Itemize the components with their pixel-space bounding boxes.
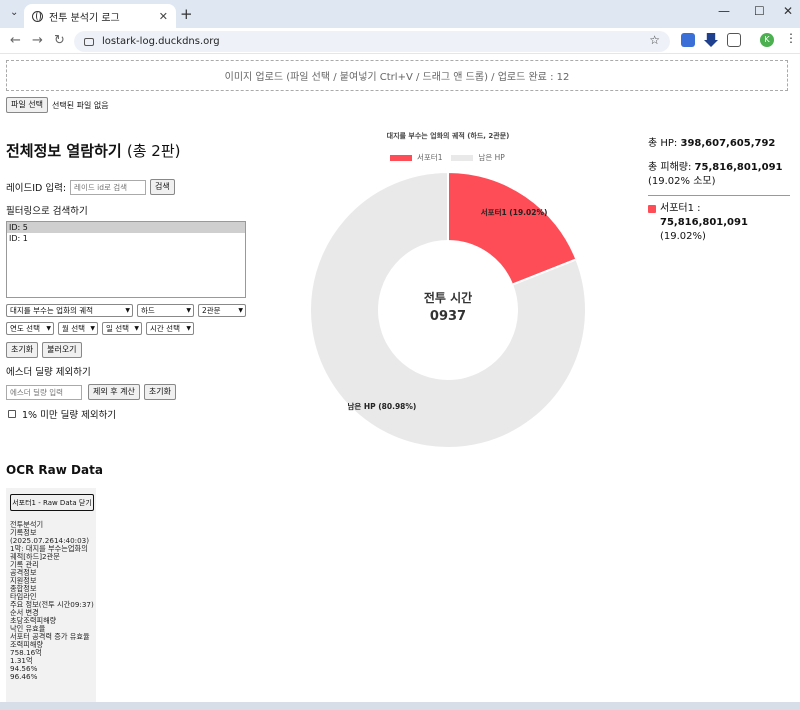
page-title-count: (총 2판) [126, 142, 181, 160]
center-value: 0937 [430, 309, 466, 324]
maximize-icon[interactable]: ☐ [754, 4, 765, 18]
url-text: lostark-log.duckdns.org [102, 36, 220, 47]
time-select[interactable]: 시간 선택 ▼ [146, 322, 194, 335]
esther-heading: 에스더 딜량 제외하기 [6, 367, 91, 378]
browser-tab[interactable]: 전투 분석기 로그 ✕ [24, 4, 176, 28]
legend-swatch [451, 154, 474, 161]
total-hp-line: 총 HP: 398,607,605,792 [648, 137, 790, 151]
esther-row: 제외 후 계산 초기화 [6, 384, 180, 400]
player-pct: (19.02%) [660, 231, 706, 242]
extensions-puzzle-icon[interactable] [727, 33, 741, 47]
total-damage-value: 75,816,801,091 [694, 162, 783, 173]
donut-chart: 서포터1 (19.02%) 남은 HP (80.98%) 전투 시간 0937 [309, 170, 587, 449]
window-close-icon[interactable]: ✕ [783, 4, 793, 18]
player-color-swatch [648, 205, 656, 213]
new-tab-button[interactable]: + [180, 5, 193, 23]
page-title: 전체정보 열람하기 (총 2판) [6, 140, 180, 161]
list-item[interactable]: ID: 5 [7, 222, 245, 233]
exclude-small-label: 1% 미만 딜량 제외하기 [22, 410, 117, 421]
ocr-raw-text: 전투분석기 기록정보 (2025.07.2614:40:03) 1막: 대지를 … [10, 520, 94, 681]
taskbar [0, 702, 800, 710]
chevron-down-icon: ▼ [134, 325, 139, 332]
total-hp-label: 총 HP: [648, 138, 678, 149]
slice-label-0: 서포터1 (19.02%) [481, 207, 548, 217]
player-name: 서포터1 : [660, 203, 701, 214]
ocr-toggle-button[interactable]: 서포터1 - Raw Data 닫기 [10, 494, 94, 511]
tab-title: 전투 분석기 로그 [49, 12, 120, 24]
raid-search-row: 레이드ID 입력: 검색 [6, 179, 175, 195]
close-tab-icon[interactable]: ✕ [159, 10, 168, 23]
time-select-value: 시간 선택 [150, 324, 180, 333]
file-picker: 파일 선택 선택된 파일 없음 [6, 97, 109, 113]
load-button[interactable]: 불러오기 [42, 342, 82, 358]
chart-title: 대지를 부수는 업화의 궤적 (하드, 2관문) [386, 132, 510, 140]
raid-select[interactable]: 대지를 부수는 업화의 궤적 ▼ [6, 304, 133, 317]
player-entry: 서포터1 : 75,816,801,091 (19.02%) [648, 202, 790, 244]
raid-id-listbox[interactable]: ID: 5 ID: 1 [6, 221, 246, 298]
chevron-down-icon: ▼ [186, 325, 191, 332]
month-select[interactable]: 월 선택 ▼ [58, 322, 98, 335]
chevron-down-icon: ▼ [46, 325, 51, 332]
address-bar[interactable]: lostark-log.duckdns.org ☆ [74, 31, 670, 52]
total-hp-value: 398,607,605,792 [680, 138, 776, 149]
chevron-down-icon: ▼ [90, 325, 95, 332]
browser-tab-bar: ⌄ 전투 분석기 로그 ✕ + — ☐ ✕ [0, 0, 800, 28]
browser-menu-icon[interactable]: ⋮ [785, 31, 797, 45]
chevron-down-icon: ▼ [238, 307, 243, 314]
difficulty-select-value: 하드 [141, 306, 155, 315]
back-arrow-icon[interactable]: ← [10, 33, 21, 48]
forward-arrow-icon[interactable]: → [32, 33, 43, 48]
minimize-icon[interactable]: — [718, 4, 730, 18]
choose-file-button[interactable]: 파일 선택 [6, 97, 48, 113]
globe-icon [32, 10, 43, 22]
center-label: 전투 시간 [424, 290, 472, 305]
exclude-small-checkbox-row[interactable]: 1% 미만 딜량 제외하기 [8, 407, 116, 421]
site-info-icon[interactable] [84, 37, 94, 46]
raid-id-input[interactable] [70, 179, 147, 195]
ocr-heading: OCR Raw Data [6, 463, 103, 477]
bookmark-star-icon[interactable]: ☆ [649, 33, 660, 47]
browser-toolbar: ← → ↻ lostark-log.duckdns.org ☆ [0, 28, 800, 54]
list-item[interactable]: ID: 1 [7, 233, 245, 244]
difficulty-select[interactable]: 하드 ▼ [137, 304, 194, 317]
raid-filter-row: 대지를 부수는 업화의 궤적 ▼ 하드 ▼ 2관문 ▼ [6, 304, 250, 317]
page-title-text: 전체정보 열람하기 [6, 142, 122, 160]
consumed-pct: (19.02% 소모) [648, 176, 716, 187]
stats-panel: 총 HP: 398,607,605,792 총 피해량: 75,816,801,… [648, 137, 790, 244]
gate-select-value: 2관문 [202, 306, 221, 315]
stats-divider [648, 195, 790, 196]
player-damage: 75,816,801,091 [660, 217, 748, 228]
esther-damage-input[interactable] [6, 384, 82, 400]
day-select[interactable]: 일 선택 ▼ [102, 322, 142, 335]
esther-reset-button[interactable]: 초기화 [143, 384, 176, 400]
exclude-small-checkbox[interactable] [8, 410, 16, 418]
tab-search-icon[interactable]: ⌄ [10, 7, 18, 18]
date-filter-row: 연도 선택 ▼ 월 선택 ▼ 일 선택 ▼ 시간 선택 ▼ [6, 322, 198, 335]
filter-heading: 필터링으로 검색하기 [6, 206, 88, 217]
reload-icon[interactable]: ↻ [54, 33, 65, 48]
raid-id-label: 레이드ID 입력: [6, 183, 67, 194]
year-select[interactable]: 연도 선택 ▼ [6, 322, 54, 335]
day-select-value: 일 선택 [106, 324, 130, 333]
ocr-panel: 서포터1 - Raw Data 닫기 전투분석기 기록정보 (2025.07.2… [6, 488, 96, 710]
raid-select-value: 대지를 부수는 업화의 궤적 [10, 306, 94, 315]
slice-label-1: 남은 HP (80.98%) [347, 401, 416, 411]
year-select-value: 연도 선택 [10, 324, 40, 333]
total-damage-line: 총 피해량: 75,816,801,091 (19.02% 소모) [648, 161, 790, 189]
file-status: 선택된 파일 없음 [51, 100, 109, 110]
exclude-calc-button[interactable]: 제외 후 계산 [88, 384, 140, 400]
legend-swatch [390, 154, 412, 161]
profile-avatar[interactable]: K [760, 33, 774, 47]
translate-extension-icon[interactable] [681, 33, 695, 47]
month-select-value: 월 선택 [62, 324, 86, 333]
total-damage-label: 총 피해량: [648, 162, 692, 173]
chevron-down-icon: ▼ [186, 307, 191, 314]
filter-reset-button[interactable]: 초기화 [6, 342, 39, 358]
upload-dropzone[interactable]: 이미지 업로드 (파일 선택 / 붙여넣기 Ctrl+V / 드래그 앤 드롭)… [6, 60, 788, 91]
raid-search-button[interactable]: 검색 [150, 179, 175, 195]
upload-text: 이미지 업로드 (파일 선택 / 붙여넣기 Ctrl+V / 드래그 앤 드롭)… [224, 72, 570, 83]
chevron-down-icon: ▼ [125, 307, 130, 314]
filter-actions: 초기화 불러오기 [6, 342, 86, 358]
gate-select[interactable]: 2관문 ▼ [198, 304, 246, 317]
